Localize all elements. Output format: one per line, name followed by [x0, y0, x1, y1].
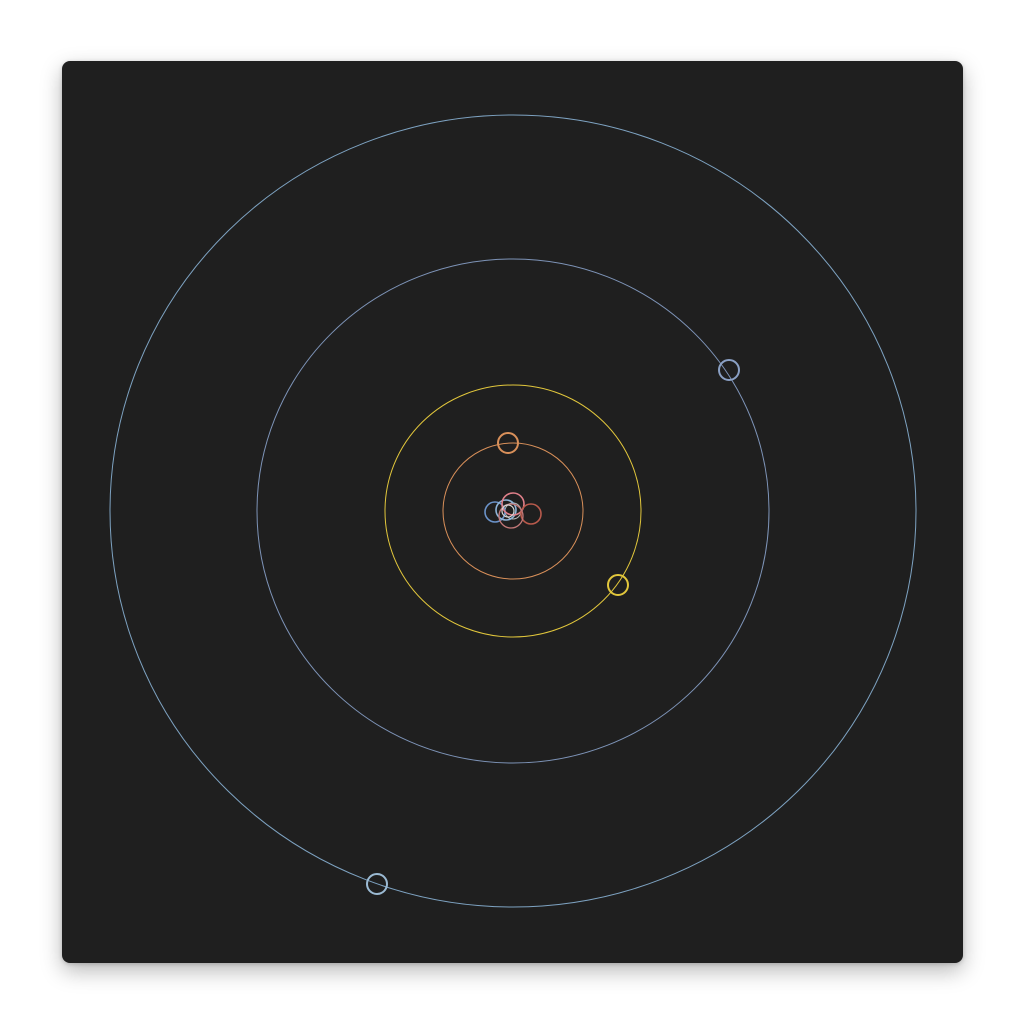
planet-slate — [718, 359, 740, 381]
central-cluster-red — [520, 503, 542, 525]
orbit-diagram-panel — [62, 61, 963, 963]
orbit-5 — [109, 114, 917, 908]
page-background — [0, 0, 1024, 1024]
planet-yellow — [607, 574, 629, 596]
bodies-layer — [366, 359, 740, 895]
orbit-2 — [442, 442, 584, 580]
orbit-3 — [384, 384, 642, 638]
orbits-layer — [109, 114, 917, 908]
orbit-4 — [256, 258, 770, 764]
orbit-diagram — [109, 114, 917, 908]
